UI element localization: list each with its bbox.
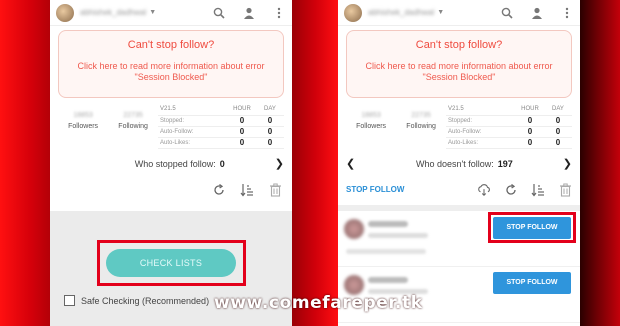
table-row: Auto-Likes: 0 0 [446, 137, 572, 149]
stop-follow-button[interactable]: STOP FOLLOW [493, 271, 571, 294]
user-name-blurred [368, 220, 408, 227]
alert-line-2: "Session Blocked" [134, 72, 208, 82]
following-count: 22735 Following [406, 112, 436, 130]
background-middle [292, 0, 338, 326]
table-row: Auto-Follow: 0 0 [158, 126, 284, 138]
background-right [580, 0, 620, 326]
search-icon[interactable] [500, 6, 514, 20]
chevron-right-icon[interactable]: ❯ [275, 157, 284, 170]
top-bar: abhishek_dadhwal ▼ [338, 0, 580, 26]
followers-count: 18853 Followers [68, 112, 99, 130]
list-item[interactable]: STOP FOLLOW [338, 211, 580, 267]
sort-icon[interactable] [240, 183, 254, 197]
refresh-icon[interactable] [504, 183, 518, 197]
sort-icon[interactable] [531, 183, 545, 197]
stats-panel: 18853 Followers 22735 Following V21.5 HOUR D… [50, 104, 292, 149]
following-count: 22735 Following [118, 112, 148, 130]
right-screen: abhishek_dadhwal ▼ Can't stop follow? Cl… [338, 0, 580, 326]
more-vert-icon[interactable] [272, 6, 286, 20]
table-row: Stopped: 0 0 [446, 115, 572, 127]
followers-count: 18853 Followers [356, 112, 387, 130]
table-row: Auto-Follow: 0 0 [446, 126, 572, 138]
safe-checking-checkbox[interactable] [64, 295, 75, 306]
alert-title: Can't stop follow? [415, 39, 503, 51]
alert-line-2: "Session Blocked" [422, 72, 496, 82]
trash-icon[interactable] [268, 183, 282, 197]
alert-title: Can't stop follow? [127, 39, 215, 51]
top-bar: abhishek_dadhwal ▼ [50, 0, 292, 26]
avatar [344, 274, 364, 295]
cloud-download-icon[interactable] [477, 183, 491, 197]
chevron-down-icon[interactable]: ▼ [149, 9, 156, 16]
avatar [344, 218, 364, 239]
safe-checking-option[interactable]: Safe Checking (Recommended) [64, 295, 209, 306]
chevron-down-icon[interactable]: ▼ [437, 9, 444, 16]
action-row [50, 179, 292, 201]
username[interactable]: abhishek_dadhwal [368, 8, 434, 17]
left-screen: abhishek_dadhwal ▼ Can't stop follow? Cl… [50, 0, 292, 326]
chevron-left-icon[interactable]: ❮ [346, 157, 355, 170]
chevron-right-icon[interactable]: ❯ [563, 157, 572, 170]
stop-follow-toolbar: STOP FOLLOW [338, 179, 580, 201]
who-stopped-follow[interactable]: Who stopped follow: 0 ❯ [50, 155, 292, 173]
check-lists-button[interactable]: CHECK LISTS [106, 249, 236, 277]
who-doesnt-follow[interactable]: ❮ Who doesn't follow: 197 ❯ [338, 155, 580, 173]
trash-icon[interactable] [558, 183, 572, 197]
stats-panel: 18853 Followers 22735 Following V21.5 HOUR D… [338, 104, 580, 149]
stop-follow-link[interactable]: STOP FOLLOW [346, 185, 404, 194]
user-name-blurred [368, 276, 408, 283]
safe-checking-label: Safe Checking (Recommended) [81, 295, 210, 306]
alert-line-1: Click here to read more information abou… [365, 61, 553, 71]
error-alert[interactable]: Can't stop follow? Click here to read mo… [58, 30, 284, 98]
avatar[interactable] [56, 3, 74, 22]
username[interactable]: abhishek_dadhwal [80, 8, 146, 17]
background-left [0, 0, 50, 326]
error-alert[interactable]: Can't stop follow? Click here to read mo… [346, 30, 572, 98]
user-icon[interactable] [242, 6, 256, 20]
table-row: Stopped: 0 0 [158, 115, 284, 127]
alert-line-1: Click here to read more information abou… [77, 61, 265, 71]
avatar[interactable] [344, 3, 362, 22]
stop-follow-button[interactable]: STOP FOLLOW [493, 216, 571, 239]
user-subtitle-blurred [368, 232, 428, 238]
stats-table: V21.5 HOUR DAY Stopped: 0 0 Auto-Follow: 0 0 A… [446, 104, 572, 149]
user-stats-blurred [346, 248, 426, 254]
watermark: www.comefareper.tk [214, 293, 423, 313]
stats-table: V21.5 HOUR DAY Stopped: 0 0 Auto-Follow: 0 0 A… [158, 104, 284, 149]
table-row: Auto-Likes: 0 0 [158, 137, 284, 149]
user-icon[interactable] [530, 6, 544, 20]
search-icon[interactable] [212, 6, 226, 20]
more-vert-icon[interactable] [560, 6, 574, 20]
refresh-icon[interactable] [212, 183, 226, 197]
